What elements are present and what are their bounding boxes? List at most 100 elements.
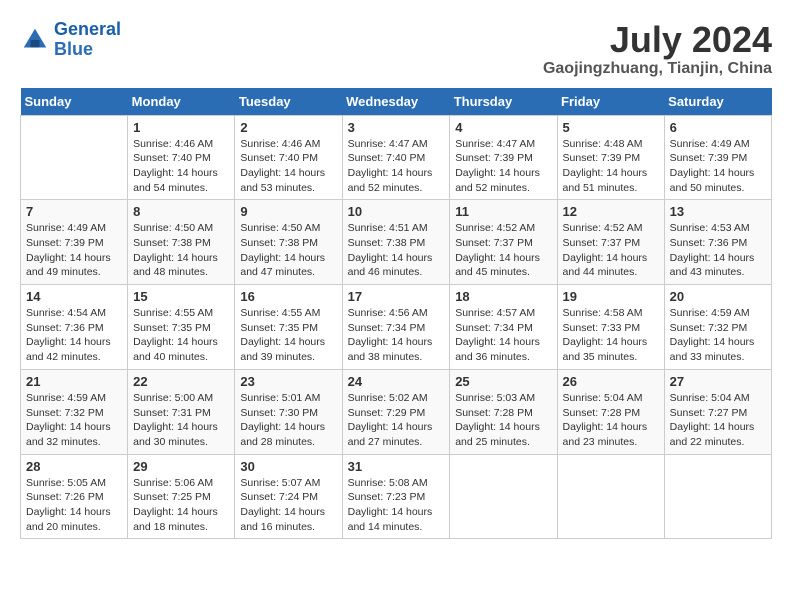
day-cell: 20Sunrise: 4:59 AM Sunset: 7:32 PM Dayli…	[664, 285, 771, 370]
day-info: Sunrise: 4:51 AM Sunset: 7:38 PM Dayligh…	[348, 221, 445, 280]
day-number: 24	[348, 374, 445, 389]
day-info: Sunrise: 4:59 AM Sunset: 7:32 PM Dayligh…	[26, 391, 122, 450]
day-number: 12	[563, 204, 659, 219]
week-row-0: 1 Sunrise: 4:46 AM Sunset: 7:40 PM Daylig…	[21, 115, 772, 200]
day-info: Sunrise: 4:47 AM Sunset: 7:40 PM Dayligh…	[348, 137, 445, 196]
day-info: Sunrise: 4:52 AM Sunset: 7:37 PM Dayligh…	[455, 221, 551, 280]
day-number: 13	[670, 204, 766, 219]
day-info: Sunrise: 5:05 AM Sunset: 7:26 PM Dayligh…	[26, 476, 122, 535]
day-cell: 13 Sunrise: 4:53 AM Sunset: 7:36 PM Dayli…	[664, 200, 771, 285]
day-cell: 17 Sunrise: 4:56 AM Sunset: 7:34 PM Dayli…	[342, 285, 450, 370]
day-info: Sunrise: 5:08 AM Sunset: 7:23 PM Dayligh…	[348, 476, 445, 535]
day-number: 9	[240, 204, 336, 219]
day-cell	[664, 454, 771, 539]
day-info: Sunrise: 5:02 AM Sunset: 7:29 PM Dayligh…	[348, 391, 445, 450]
header-cell-sunday: Sunday	[21, 88, 128, 116]
day-info: Sunrise: 4:50 AM Sunset: 7:38 PM Dayligh…	[133, 221, 229, 280]
month-title: July 2024	[543, 20, 772, 60]
day-number: 5	[563, 120, 659, 135]
header-cell-friday: Friday	[557, 88, 664, 116]
day-cell: 29 Sunrise: 5:06 AM Sunset: 7:25 PM Dayli…	[128, 454, 235, 539]
week-row-2: 14Sunrise: 4:54 AM Sunset: 7:36 PM Dayli…	[21, 285, 772, 370]
day-info: Sunrise: 5:01 AM Sunset: 7:30 PM Dayligh…	[240, 391, 336, 450]
day-number: 3	[348, 120, 445, 135]
title-block: July 2024 Gaojingzhuang, Tianjin, China	[543, 20, 772, 78]
day-number: 26	[563, 374, 659, 389]
day-cell: 31 Sunrise: 5:08 AM Sunset: 7:23 PM Dayli…	[342, 454, 450, 539]
day-info: Sunrise: 4:57 AM Sunset: 7:34 PM Dayligh…	[455, 306, 551, 365]
day-info: Sunrise: 5:04 AM Sunset: 7:27 PM Dayligh…	[670, 391, 766, 450]
day-info: Sunrise: 4:50 AM Sunset: 7:38 PM Dayligh…	[240, 221, 336, 280]
header-cell-monday: Monday	[128, 88, 235, 116]
day-cell: 24 Sunrise: 5:02 AM Sunset: 7:29 PM Dayli…	[342, 369, 450, 454]
day-cell: 1 Sunrise: 4:46 AM Sunset: 7:40 PM Daylig…	[128, 115, 235, 200]
day-number: 8	[133, 204, 229, 219]
day-number: 1	[133, 120, 229, 135]
day-cell: 16 Sunrise: 4:55 AM Sunset: 7:35 PM Dayli…	[235, 285, 342, 370]
page-header: General Blue July 2024 Gaojingzhuang, Ti…	[20, 20, 772, 78]
day-number: 7	[26, 204, 122, 219]
day-info: Sunrise: 4:58 AM Sunset: 7:33 PM Dayligh…	[563, 306, 659, 365]
day-info: Sunrise: 4:48 AM Sunset: 7:39 PM Dayligh…	[563, 137, 659, 196]
day-info: Sunrise: 5:07 AM Sunset: 7:24 PM Dayligh…	[240, 476, 336, 535]
day-info: Sunrise: 4:46 AM Sunset: 7:40 PM Dayligh…	[240, 137, 336, 196]
day-number: 2	[240, 120, 336, 135]
calendar-table: SundayMondayTuesdayWednesdayThursdayFrid…	[20, 88, 772, 540]
day-info: Sunrise: 4:54 AM Sunset: 7:36 PM Dayligh…	[26, 306, 122, 365]
day-cell: 18 Sunrise: 4:57 AM Sunset: 7:34 PM Dayli…	[450, 285, 557, 370]
day-info: Sunrise: 5:03 AM Sunset: 7:28 PM Dayligh…	[455, 391, 551, 450]
day-number: 19	[563, 289, 659, 304]
day-info: Sunrise: 4:49 AM Sunset: 7:39 PM Dayligh…	[670, 137, 766, 196]
day-cell: 9 Sunrise: 4:50 AM Sunset: 7:38 PM Daylig…	[235, 200, 342, 285]
header-row: SundayMondayTuesdayWednesdayThursdayFrid…	[21, 88, 772, 116]
day-cell: 7 Sunrise: 4:49 AM Sunset: 7:39 PM Daylig…	[21, 200, 128, 285]
day-cell: 11Sunrise: 4:52 AM Sunset: 7:37 PM Dayli…	[450, 200, 557, 285]
day-number: 29	[133, 459, 229, 474]
day-info: Sunrise: 4:46 AM Sunset: 7:40 PM Dayligh…	[133, 137, 229, 196]
day-cell: 5 Sunrise: 4:48 AM Sunset: 7:39 PM Daylig…	[557, 115, 664, 200]
day-cell: 4Sunrise: 4:47 AM Sunset: 7:39 PM Daylig…	[450, 115, 557, 200]
day-cell: 15 Sunrise: 4:55 AM Sunset: 7:35 PM Dayli…	[128, 285, 235, 370]
day-info: Sunrise: 4:55 AM Sunset: 7:35 PM Dayligh…	[133, 306, 229, 365]
logo-line2: Blue	[54, 40, 121, 60]
day-cell: 25Sunrise: 5:03 AM Sunset: 7:28 PM Dayli…	[450, 369, 557, 454]
day-info: Sunrise: 5:00 AM Sunset: 7:31 PM Dayligh…	[133, 391, 229, 450]
day-number: 15	[133, 289, 229, 304]
day-cell: 2 Sunrise: 4:46 AM Sunset: 7:40 PM Daylig…	[235, 115, 342, 200]
day-cell: 26Sunrise: 5:04 AM Sunset: 7:28 PM Dayli…	[557, 369, 664, 454]
logo-text: General Blue	[54, 20, 121, 60]
week-row-4: 28 Sunrise: 5:05 AM Sunset: 7:26 PM Dayli…	[21, 454, 772, 539]
day-number: 18	[455, 289, 551, 304]
day-number: 22	[133, 374, 229, 389]
day-info: Sunrise: 4:55 AM Sunset: 7:35 PM Dayligh…	[240, 306, 336, 365]
logo-line1: General	[54, 19, 121, 39]
week-row-1: 7 Sunrise: 4:49 AM Sunset: 7:39 PM Daylig…	[21, 200, 772, 285]
week-row-3: 21Sunrise: 4:59 AM Sunset: 7:32 PM Dayli…	[21, 369, 772, 454]
day-info: Sunrise: 4:56 AM Sunset: 7:34 PM Dayligh…	[348, 306, 445, 365]
day-info: Sunrise: 4:49 AM Sunset: 7:39 PM Dayligh…	[26, 221, 122, 280]
header-cell-wednesday: Wednesday	[342, 88, 450, 116]
day-info: Sunrise: 5:06 AM Sunset: 7:25 PM Dayligh…	[133, 476, 229, 535]
day-number: 23	[240, 374, 336, 389]
day-cell: 30 Sunrise: 5:07 AM Sunset: 7:24 PM Dayli…	[235, 454, 342, 539]
day-info: Sunrise: 4:52 AM Sunset: 7:37 PM Dayligh…	[563, 221, 659, 280]
day-cell	[557, 454, 664, 539]
day-number: 31	[348, 459, 445, 474]
day-cell: 10Sunrise: 4:51 AM Sunset: 7:38 PM Dayli…	[342, 200, 450, 285]
day-cell: 6 Sunrise: 4:49 AM Sunset: 7:39 PM Daylig…	[664, 115, 771, 200]
day-cell: 8 Sunrise: 4:50 AM Sunset: 7:38 PM Daylig…	[128, 200, 235, 285]
header-cell-thursday: Thursday	[450, 88, 557, 116]
day-cell: 19 Sunrise: 4:58 AM Sunset: 7:33 PM Dayli…	[557, 285, 664, 370]
day-number: 30	[240, 459, 336, 474]
day-number: 27	[670, 374, 766, 389]
day-number: 16	[240, 289, 336, 304]
day-cell: 28 Sunrise: 5:05 AM Sunset: 7:26 PM Dayli…	[21, 454, 128, 539]
header-cell-saturday: Saturday	[664, 88, 771, 116]
day-number: 28	[26, 459, 122, 474]
day-number: 20	[670, 289, 766, 304]
day-cell: 3 Sunrise: 4:47 AM Sunset: 7:40 PM Daylig…	[342, 115, 450, 200]
logo: General Blue	[20, 20, 121, 60]
day-number: 17	[348, 289, 445, 304]
day-number: 6	[670, 120, 766, 135]
day-info: Sunrise: 4:53 AM Sunset: 7:36 PM Dayligh…	[670, 221, 766, 280]
